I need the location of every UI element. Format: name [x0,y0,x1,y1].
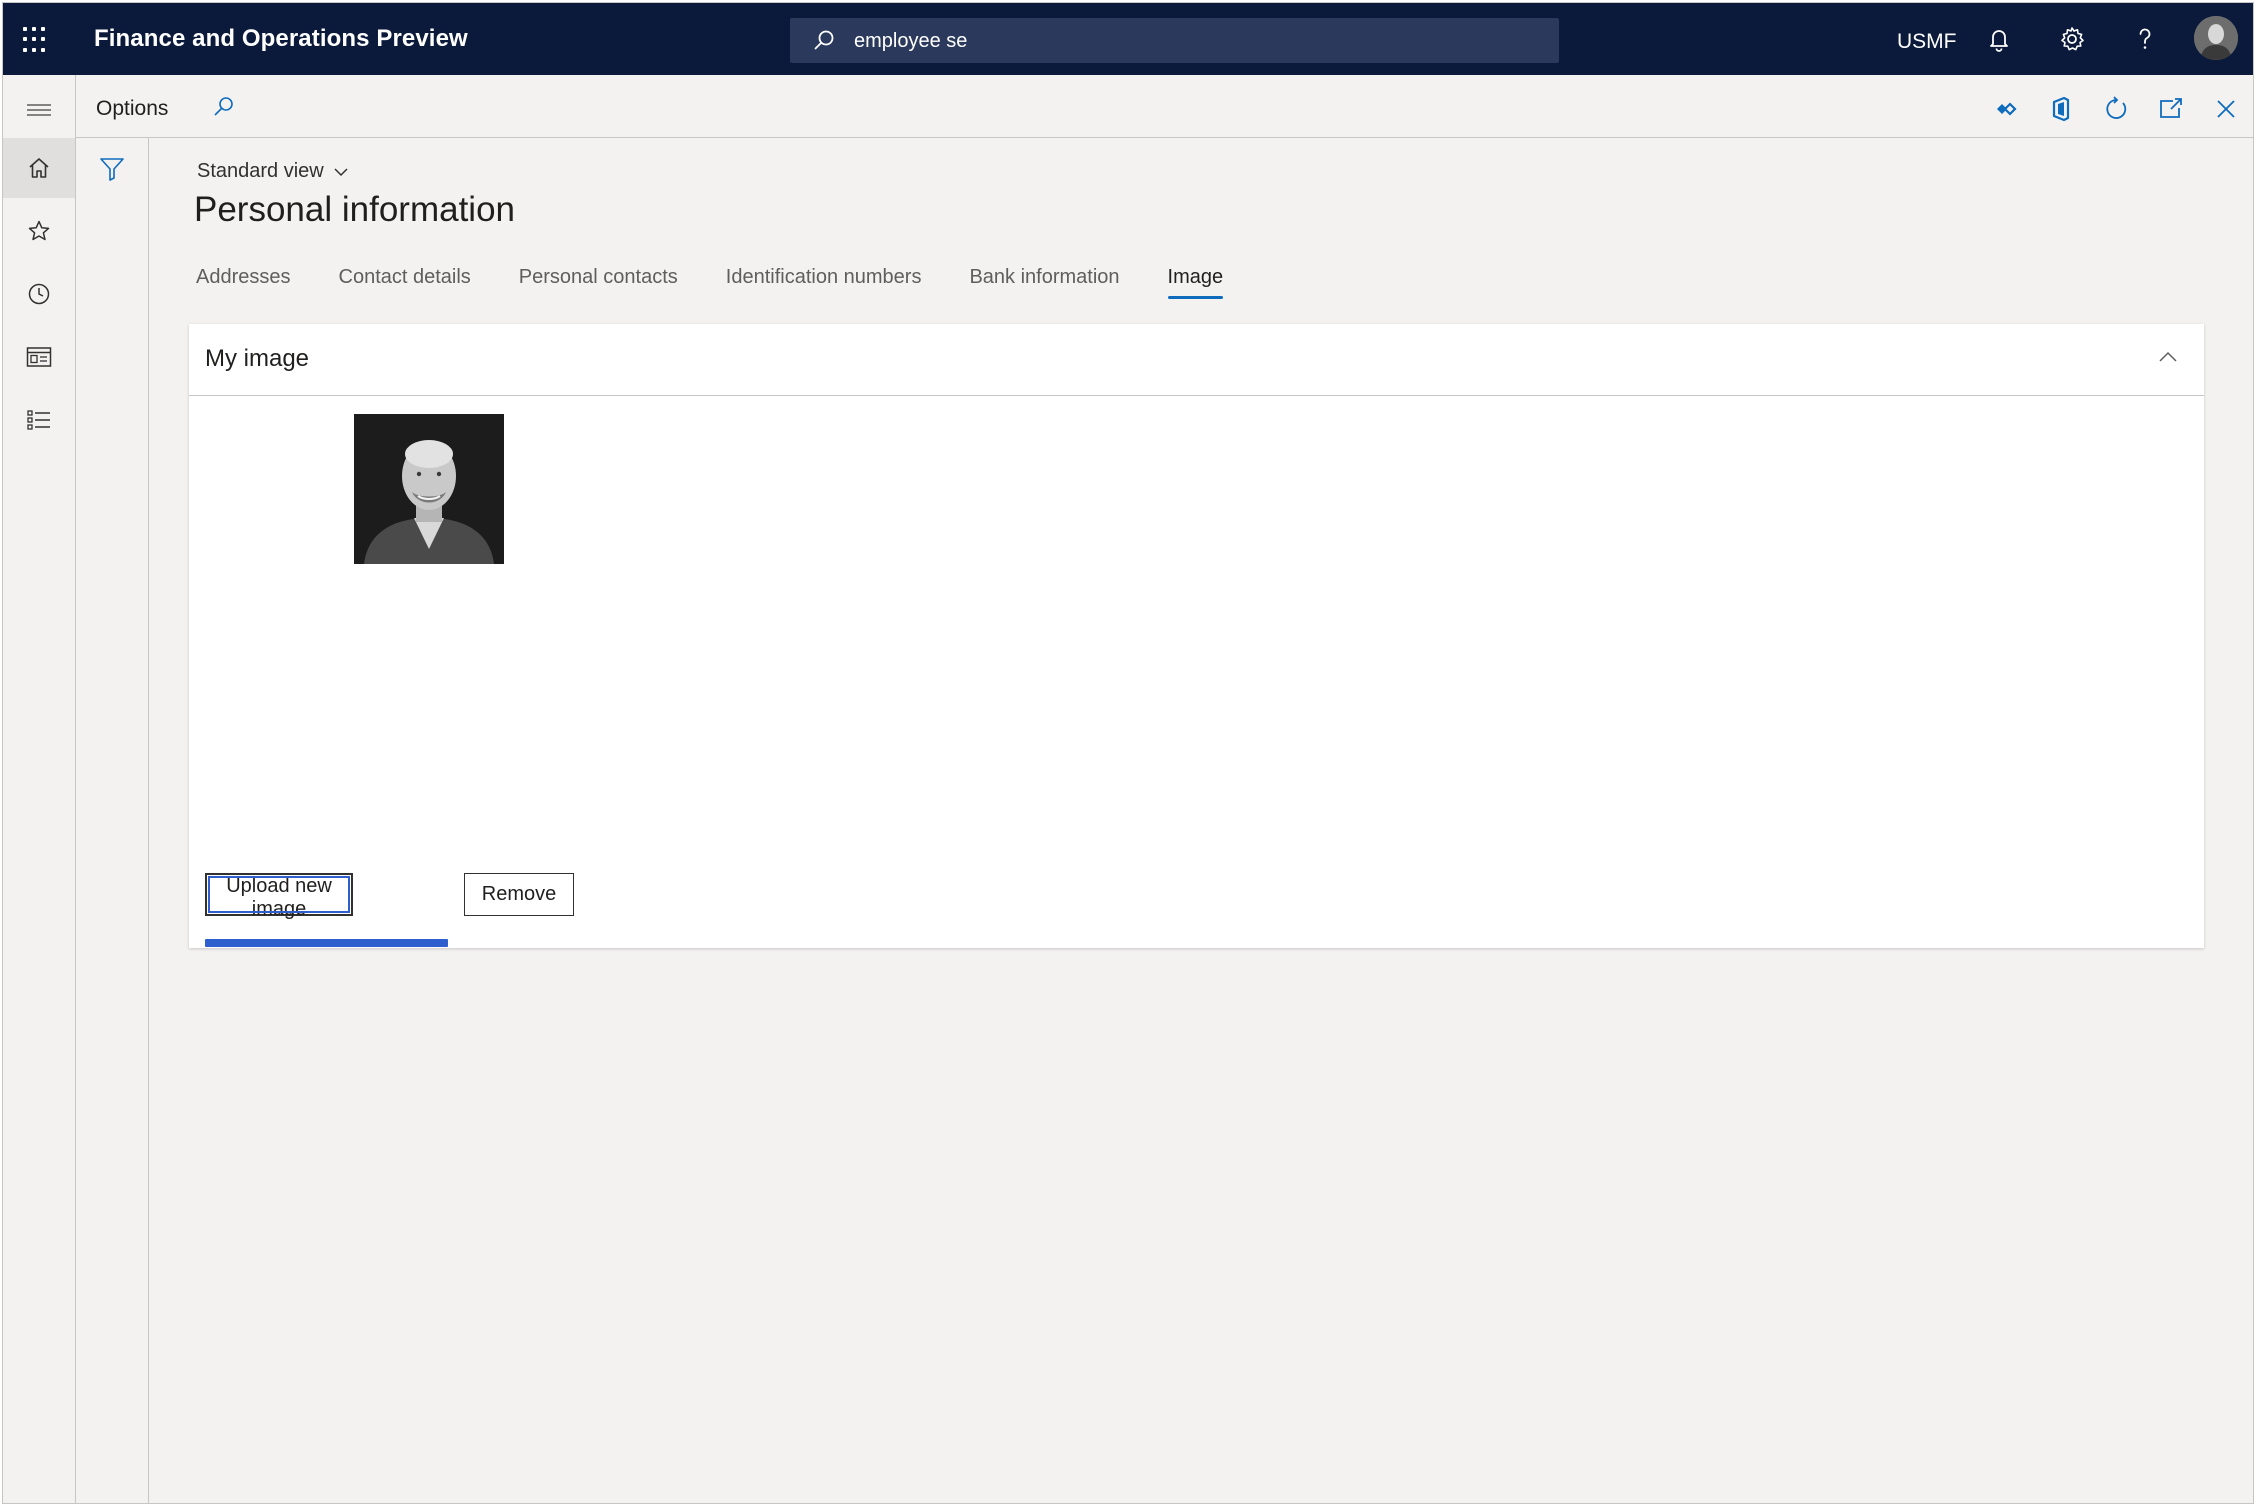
filter-pane [76,138,149,1503]
company-selector[interactable]: USMF [1897,30,1957,54]
help-question-icon[interactable] [2129,23,2161,55]
global-search[interactable] [790,18,1559,63]
office-icon[interactable] [2046,94,2076,124]
search-input[interactable] [852,24,1546,58]
tab-addresses[interactable]: Addresses [196,266,291,299]
filter-icon[interactable] [98,155,126,183]
upload-new-image-button[interactable]: Upload new image [205,873,353,920]
power-apps-icon[interactable] [1991,94,2021,124]
chevron-up-icon[interactable] [2158,350,2178,364]
settings-gear-icon[interactable] [2056,23,2088,55]
card-header[interactable]: My image [189,324,2204,396]
view-selector[interactable]: Standard view [197,160,349,183]
rail-home[interactable] [3,138,75,198]
expand-nav-button[interactable] [3,80,75,140]
rail-favorites[interactable] [3,201,75,261]
close-icon[interactable] [2211,94,2241,124]
tab-contact-details[interactable]: Contact details [339,266,471,299]
upload-progress-bar [205,939,448,947]
app-title[interactable]: Finance and Operations Preview [94,25,468,53]
rail-modules[interactable] [3,390,75,450]
favorites-star-icon [28,220,50,241]
action-search-icon[interactable] [211,94,237,120]
app-launcher-icon[interactable] [23,27,49,53]
card-title: My image [205,345,310,372]
page-title: Personal information [194,190,515,229]
navigation-rail [3,75,76,1503]
open-new-window-icon[interactable] [2156,94,2186,124]
tab-identification-numbers[interactable]: Identification numbers [726,266,922,299]
action-bar: Options [76,75,2253,138]
hamburger-menu-icon [27,104,51,116]
top-nav-bar: Finance and Operations Preview USMF [3,3,2253,75]
modules-list-icon [27,410,50,430]
tab-personal-contacts[interactable]: Personal contacts [519,266,678,299]
view-selector-label: Standard view [197,160,324,182]
user-avatar[interactable] [2194,16,2238,60]
tab-strip: Addresses Contact details Personal conta… [196,266,1271,299]
tab-bank-information[interactable]: Bank information [969,266,1119,299]
rail-workspaces[interactable] [3,327,75,387]
workspaces-icon [26,347,52,367]
refresh-icon[interactable] [2101,94,2131,124]
main-content: Standard view Personal information Addre… [149,138,2253,1503]
chevron-down-icon [334,167,348,176]
my-image-card: My image Upload new image Remove [189,324,2204,948]
search-icon [814,30,834,50]
employee-photo [354,414,504,564]
rail-recent[interactable] [3,264,75,324]
options-menu[interactable]: Options [96,97,168,121]
recent-clock-icon [28,283,50,305]
tab-image[interactable]: Image [1167,266,1223,299]
app-window: Finance and Operations Preview USMF [2,2,2254,1504]
home-icon [29,158,49,178]
notifications-bell-icon[interactable] [1983,23,2015,55]
remove-image-button[interactable]: Remove [464,873,574,916]
